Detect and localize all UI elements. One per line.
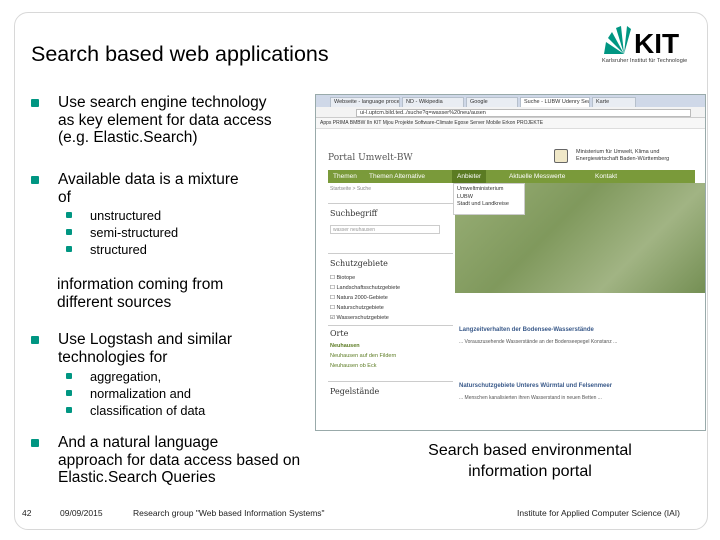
browser-tab: Webseite - language proces...	[330, 97, 400, 107]
browser-tab: Suche - LUBW Udenry Search	[520, 97, 590, 107]
sub-bullet-marker	[66, 229, 72, 235]
bullet-marker	[31, 99, 39, 107]
divider	[328, 381, 453, 382]
anbieter-dropdown: Umweltministerium LUBW Stadt und Landkre…	[453, 183, 525, 215]
nav-item: Kontakt	[595, 173, 618, 180]
checkbox-item: ☐ Landschaftsschutzgebiete	[330, 285, 401, 291]
divider	[328, 253, 453, 254]
bullet-line: (e.g. Elastic.Search)	[58, 129, 198, 146]
bullet-marker	[31, 176, 39, 184]
paragraph-line: information coming from	[57, 276, 224, 293]
coat-of-arms-icon	[554, 149, 568, 163]
footer-group: Research group "Web based Information Sy…	[133, 508, 325, 518]
checkbox-item: ☐ Naturschutzgebiete	[330, 305, 384, 311]
bullet-marker	[31, 439, 39, 447]
section-heading: Orte	[330, 329, 349, 338]
nav-item: Themen Alternative	[369, 173, 426, 180]
bullet-line: Use search engine technology	[58, 94, 267, 111]
bullet-line: Elastic.Search Queries	[58, 469, 216, 486]
browser-tab: ND - Wikipedia	[402, 97, 464, 107]
result-title: Naturschutzgebiete Unteres Würmtal und F…	[459, 383, 613, 389]
bullet-marker	[31, 336, 39, 344]
place-link: Neuhausen auf den Fildern	[330, 353, 397, 359]
bullet-line: approach for data access based on	[58, 451, 301, 469]
bullet-2: Available data is a mixture of	[58, 171, 239, 206]
sub-bullet-marker	[66, 212, 72, 218]
nav-item: Aktuelle Messwerte	[509, 173, 566, 180]
bullet-1: Use search engine technology as key elem…	[58, 94, 272, 147]
bullet-line: And a natural language	[58, 434, 219, 451]
portal-search-input: wasser neuhausen	[330, 225, 440, 234]
svg-text:KIT: KIT	[634, 28, 679, 59]
browser-address-bar: ui-l.uptcm.bild.ted../suche?q=wasser%20n…	[316, 107, 705, 118]
portal-screenshot: Webseite - language proces... ND - Wikip…	[315, 94, 706, 431]
section-heading: Schutzgebiete	[330, 259, 388, 268]
ministry-name: Ministerium für Umwelt, Klima und Energi…	[576, 149, 670, 162]
nav-item: Anbieter	[452, 170, 487, 183]
nav-item: Themen	[333, 173, 357, 180]
result-snippet: ... Menschen kanalisierten ihren Wassers…	[459, 395, 602, 401]
kit-logo: KIT	[604, 26, 679, 59]
bullet-line: technologies for	[58, 348, 168, 366]
result-title: Langzeitverhalten der Bodensee-Wasserstä…	[459, 327, 594, 333]
sub-bullet-marker	[66, 246, 72, 252]
sub-bullet-list: aggregation, normalization and classific…	[90, 368, 205, 419]
bookmarks-bar: Apps PRIMA BMBW IIn KIT Mjou Projekte So…	[316, 118, 705, 129]
breadcrumb: Startseite > Suche	[330, 186, 371, 192]
place-link: Neuhausen	[330, 343, 360, 349]
footer-date: 09/09/2015	[60, 508, 103, 518]
sub-bullet-marker	[66, 407, 72, 413]
sub-bullet: classification of data	[90, 403, 206, 418]
sub-bullet: structured	[90, 242, 147, 257]
portal-title: Portal Umwelt-BW	[328, 153, 413, 163]
divider	[328, 203, 453, 204]
dropdown-item: Umweltministerium	[457, 186, 504, 192]
checkbox-item: ☑ Wasserschutzgebiete	[330, 315, 389, 321]
logo-subtitle: Karlsruher Institut für Technologie	[602, 58, 688, 64]
address-field: ui-l.uptcm.bild.ted../suche?q=wasser%20n…	[356, 109, 691, 117]
page-number: 42	[22, 508, 32, 518]
caption-line: Search based environmental	[428, 442, 632, 459]
browser-tab: Karte	[592, 97, 636, 107]
sub-bullet-marker	[66, 390, 72, 396]
sub-bullet-marker	[66, 373, 72, 379]
sub-bullet: semi-structured	[90, 225, 179, 240]
portal-page: Portal Umwelt-BW Ministerium für Umwelt,…	[316, 129, 705, 430]
dropdown-item: LUBW	[457, 193, 473, 200]
sub-bullet-list: unstructured semi-structured structured	[90, 207, 178, 258]
bullet-4: And a natural language approach for data…	[58, 434, 300, 487]
info-paragraph: information coming from different source…	[57, 276, 223, 312]
checkbox-item: ☐ Biotope	[330, 275, 356, 281]
bullet-line: as key element for data access	[58, 111, 272, 129]
sub-bullet: unstructured	[90, 208, 162, 223]
result-snippet: ... Vorauszusehende Wasserstände an der …	[459, 339, 618, 345]
section-heading: Pegelstände	[330, 387, 380, 396]
portal-nav: Themen Themen Alternative Anbieter Aktue…	[328, 170, 695, 183]
bullet-line: of	[58, 188, 71, 206]
slide: Search based web applications KIT Karlsr…	[0, 0, 720, 540]
checkbox-item: ☐ Natura 2000-Gebiete	[330, 295, 388, 301]
bullet-line: Available data is a mixture	[58, 171, 239, 188]
slide-title: Search based web applications	[31, 42, 329, 66]
divider	[328, 325, 453, 326]
screenshot-caption: Search based environmental information p…	[410, 440, 650, 482]
caption-line: information portal	[468, 463, 592, 480]
footer-institute: Institute for Applied Computer Science (…	[517, 508, 680, 518]
browser-tab-strip: Webseite - language proces... ND - Wikip…	[316, 95, 705, 107]
browser-tab: Google	[466, 97, 518, 107]
bullet-3: Use Logstash and similar technologies fo…	[58, 331, 232, 366]
dropdown-item: Stadt und Landkreise	[457, 201, 509, 207]
bullet-line: Use Logstash and similar	[58, 331, 233, 348]
sub-bullet: normalization and	[90, 386, 192, 401]
paragraph-line: different sources	[57, 294, 172, 311]
sub-bullet: aggregation,	[90, 369, 162, 384]
place-link: Neuhausen ob Eck	[330, 363, 377, 369]
section-heading: Suchbegriff	[330, 209, 378, 218]
